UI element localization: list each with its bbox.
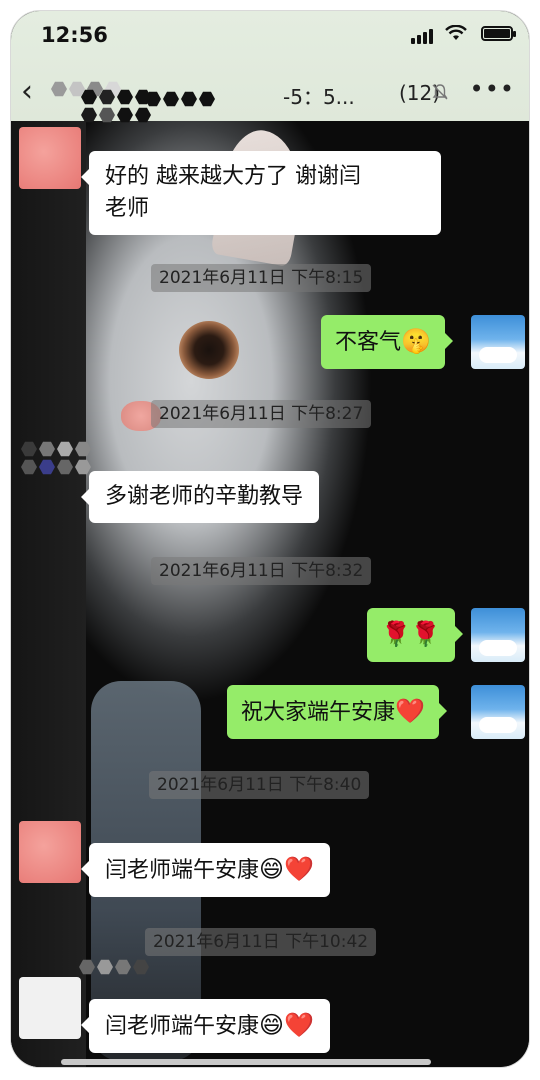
bell-off-icon [432,84,448,100]
avatar-self[interactable] [471,685,525,739]
phone-screen: 12:56 ‹ -5：5... (12) ••• 好的 越来越大方了 谢谢闫 老… [10,10,530,1068]
message-bubble-incoming[interactable]: 好的 越来越大方了 谢谢闫 老师 [81,151,441,235]
timestamp: 2021年6月11日 下午8:27 [151,400,372,428]
message-text: 老师 [105,196,150,221]
message-text: 不客气 [335,330,402,355]
message-bubble-incoming[interactable]: 多谢老师的辛勤教导 [80,471,320,523]
chat-title[interactable]: -5：5... [283,81,355,110]
message-text: 祝大家端午安康 [241,700,396,725]
message-bubble-outgoing[interactable]: 🌹🌹 [367,608,463,662]
message-text: 多谢老师的辛勤教导 [105,484,304,509]
grin-heart-emoji-icon: 😄❤️ [259,855,314,883]
avatar[interactable] [19,977,81,1039]
message-bubble-incoming[interactable]: 闫老师端午安康😄❤️ [81,843,330,897]
timestamp: 2021年6月11日 下午8:15 [151,264,372,292]
message-text: 闫老师端午安康 [105,858,260,883]
mosaic-overlay [81,89,151,123]
timestamp: 2021年6月11日 下午8:32 [151,557,372,585]
mosaic-overlay [145,91,215,107]
wifi-icon [445,25,467,40]
timestamp: 2021年6月11日 下午10:42 [145,928,377,956]
avatar[interactable] [19,127,81,189]
message-text: 闫老师端午安康 [105,1014,260,1039]
home-indicator [61,1059,431,1065]
grin-heart-emoji-icon: 😄❤️ [259,1011,314,1039]
shush-emoji-icon: 🤫 [401,327,431,355]
rose-emoji-icon: 🌹🌹 [381,620,441,648]
more-button[interactable]: ••• [470,75,515,103]
mosaic-overlay [79,959,149,975]
back-button[interactable]: ‹ [21,77,33,107]
heart-emoji-icon: ❤️ [395,697,425,725]
avatar-self[interactable] [471,608,525,662]
message-bubble-outgoing[interactable]: 祝大家端午安康❤️ [227,685,447,739]
blurred-avatar [21,441,91,475]
timestamp: 2021年6月11日 下午8:40 [149,771,370,799]
avatar-self[interactable] [471,315,525,369]
message-bubble-incoming[interactable]: 闫老师端午安康😄❤️ [81,999,330,1053]
avatar[interactable] [19,821,81,883]
battery-icon [481,26,516,41]
message-text: 好的 越来越大方了 谢谢闫 [105,164,361,189]
message-bubble-outgoing[interactable]: 不客气🤫 [321,315,453,369]
status-time: 12:56 [41,23,108,47]
signal-icon [411,29,433,44]
